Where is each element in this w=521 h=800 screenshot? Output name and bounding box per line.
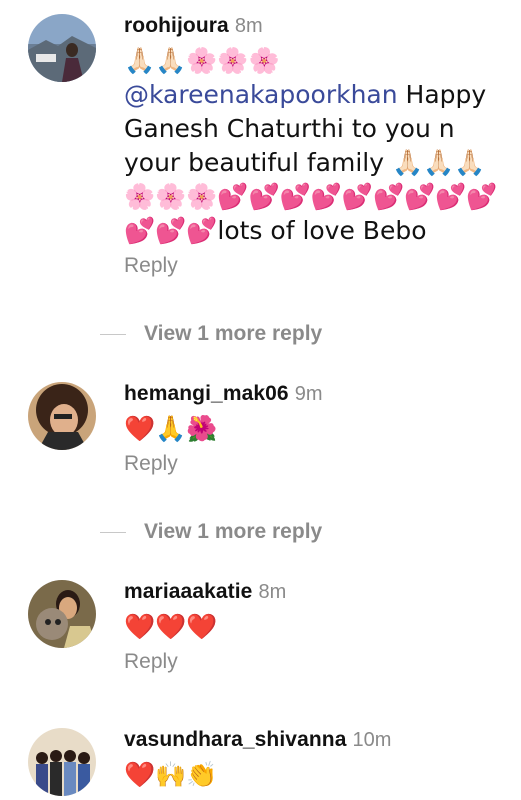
comment-timestamp: 8m bbox=[234, 15, 263, 37]
comment-username[interactable]: vasundhara_shivanna bbox=[124, 728, 347, 751]
view-more-label[interactable]: View 1 more reply bbox=[144, 322, 322, 346]
comment-emoji-line: 🙏🏻🙏🏻🌸🌸🌸 bbox=[124, 46, 280, 75]
comment-text: ❤️❤️❤️ bbox=[124, 612, 218, 641]
avatar[interactable] bbox=[28, 580, 96, 648]
avatar-image bbox=[28, 14, 96, 82]
view-more-replies[interactable]: View 1 more reply bbox=[100, 319, 322, 349]
mention-link[interactable]: @kareenakapoorkhan bbox=[124, 80, 398, 109]
avatar[interactable] bbox=[28, 728, 96, 796]
avatar[interactable] bbox=[28, 14, 96, 82]
comment-timestamp: 8m bbox=[258, 581, 287, 603]
avatar-image bbox=[28, 580, 96, 648]
comment-text: ❤️🙏🌺 bbox=[124, 414, 218, 443]
reply-button[interactable]: Reply bbox=[124, 254, 178, 278]
comment-timestamp: 10m bbox=[352, 729, 392, 751]
avatar[interactable] bbox=[28, 382, 96, 450]
divider-line bbox=[100, 333, 126, 335]
comment-username[interactable]: hemangi_mak06 bbox=[124, 382, 289, 405]
reply-button[interactable]: Reply bbox=[124, 650, 178, 674]
comment-text: 🙏🏻🙏🏻🌸🌸🌸 @kareenakapoorkhan Happy Ganesh … bbox=[124, 44, 505, 248]
avatar-image bbox=[28, 728, 96, 796]
comment-timestamp: 9m bbox=[294, 383, 323, 405]
comment-username[interactable]: roohijoura bbox=[124, 14, 229, 37]
reply-button[interactable]: Reply bbox=[124, 452, 178, 476]
view-more-label[interactable]: View 1 more reply bbox=[144, 520, 322, 544]
comment-username[interactable]: mariaaakatie bbox=[124, 580, 252, 603]
comment-text: ❤️🙌👏 bbox=[124, 760, 218, 789]
avatar-image bbox=[28, 382, 96, 450]
divider-line bbox=[100, 531, 126, 533]
view-more-replies[interactable]: View 1 more reply bbox=[100, 517, 322, 547]
